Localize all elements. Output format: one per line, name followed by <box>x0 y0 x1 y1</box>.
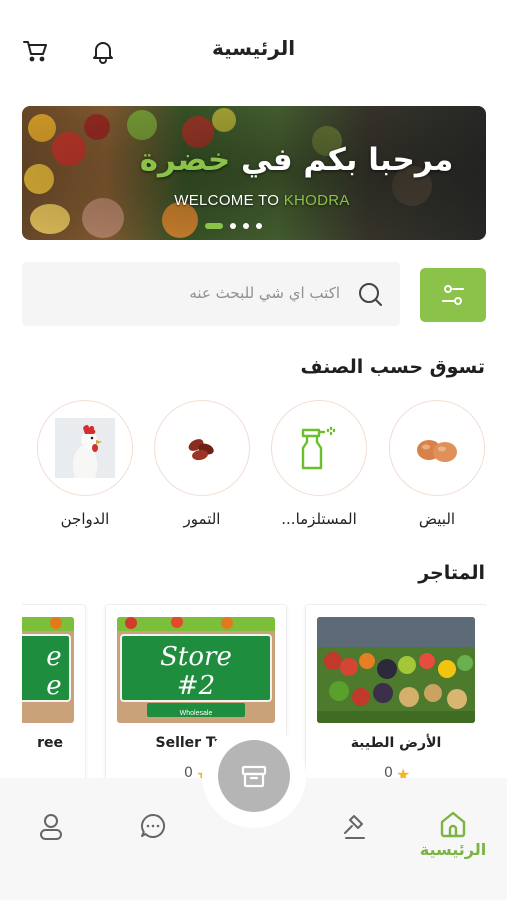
store-image-sign: e e <box>22 617 74 723</box>
category-circle <box>389 400 485 496</box>
star-icon: ★ <box>396 765 411 778</box>
banner-subtitle: WELCOME TO KHODRA <box>22 192 486 209</box>
banner-headline-accent: خضرة <box>139 142 231 178</box>
banner-subtitle-main: WELCOME TO <box>174 192 284 209</box>
nav-profile[interactable] <box>16 812 86 862</box>
carousel-indicator <box>205 223 262 229</box>
category-eggs[interactable]: البيض <box>389 400 485 528</box>
banner-subtitle-accent: KHODRA <box>283 192 350 209</box>
store-sign-line2: e <box>46 671 61 701</box>
store-image-sign: Wholesale Store #2 <box>117 617 275 723</box>
category-poultry[interactable]: الدواجن <box>37 400 133 528</box>
store-sign-sub: Wholesale <box>180 710 213 717</box>
search-input[interactable]: اكتب اي شي للبحث عنه <box>22 262 400 326</box>
store-name: الأرض الطيبة <box>350 735 442 751</box>
filter-button[interactable] <box>420 268 486 322</box>
eggs-icon <box>417 440 457 462</box>
search-placeholder: اكتب اي شي للبحث عنه <box>189 284 340 302</box>
store-sign-line2: #2 <box>177 671 215 701</box>
welcome-banner[interactable]: مرحبا بكم في خضرة WELCOME TO KHODRA <box>22 106 486 240</box>
category-supplies[interactable]: المستلزما... <box>271 400 367 528</box>
stores-title: المتاجر <box>418 562 485 584</box>
bell-icon <box>93 42 113 64</box>
top-bar: الرئيسية <box>0 28 507 72</box>
notifications-button[interactable] <box>88 36 118 66</box>
category-dates[interactable]: التمور <box>154 400 250 528</box>
spray-bottle-icon <box>301 426 336 470</box>
cart-button[interactable] <box>20 36 50 66</box>
rooster-icon <box>55 418 115 478</box>
dates-icon <box>188 439 214 461</box>
page-title: الرئيسية <box>211 36 296 60</box>
store-image-market <box>317 617 475 723</box>
stores-center-button[interactable] <box>218 740 290 812</box>
categories-list: البيض المستلزما... التمور الدواجن <box>22 400 486 540</box>
category-label: المستلزما... <box>281 510 357 528</box>
nav-chat[interactable] <box>118 812 188 862</box>
store-card[interactable]: الأرض الطيبة 0 ★ <box>305 604 486 778</box>
categories-title: تسوق حسب الصنف <box>300 356 486 378</box>
category-circle <box>37 400 133 496</box>
banner-headline-main: مرحبا بكم في <box>230 142 454 178</box>
carousel-dot[interactable] <box>205 223 223 229</box>
store-rating: 0 <box>384 765 393 778</box>
nav-home-label: الرئيسية <box>419 840 487 859</box>
category-label: البيض <box>418 510 456 528</box>
carousel-dot[interactable] <box>256 223 262 229</box>
banner-headline: مرحبا بكم في خضرة <box>22 142 486 178</box>
profile-icon <box>40 814 62 840</box>
category-label: التمور <box>183 510 221 528</box>
nav-auction[interactable] <box>320 812 390 862</box>
search-icon <box>359 283 382 306</box>
carousel-dot[interactable] <box>230 223 236 229</box>
category-circle <box>271 400 367 496</box>
store-sign-line1: e <box>46 642 61 672</box>
nav-home[interactable]: الرئيسية <box>418 810 488 860</box>
gavel-icon <box>344 815 365 839</box>
filter-icon <box>442 285 464 305</box>
store-card[interactable]: e e ree <box>22 604 86 778</box>
store-rating: 0 <box>184 765 193 778</box>
chat-icon <box>141 813 165 838</box>
cart-icon <box>23 41 47 62</box>
store-sign-line1: Store <box>160 642 232 672</box>
store-name: ree <box>37 735 63 751</box>
category-circle <box>154 400 250 496</box>
home-icon <box>440 811 466 838</box>
store-box-icon <box>241 765 267 788</box>
carousel-dot[interactable] <box>243 223 249 229</box>
category-label: الدواجن <box>60 510 110 528</box>
